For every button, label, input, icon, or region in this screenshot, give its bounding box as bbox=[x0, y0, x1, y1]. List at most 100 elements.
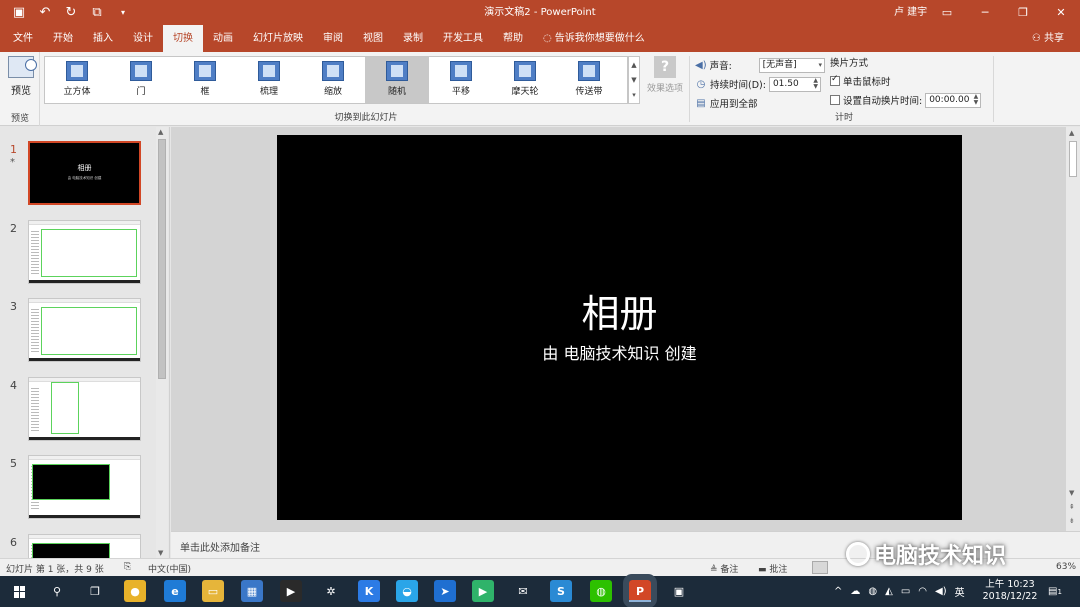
close-button[interactable]: ✕ bbox=[1042, 0, 1080, 25]
wechat-tray-icon[interactable]: ◍ bbox=[868, 586, 877, 597]
gallery-up-icon[interactable]: ▲ bbox=[631, 61, 636, 69]
network-icon[interactable]: ◭ bbox=[885, 586, 893, 597]
customize-qat-icon[interactable]: ▾ bbox=[112, 2, 134, 24]
spin-icon[interactable]: ▲ ▼ bbox=[974, 93, 979, 106]
tab-developer[interactable]: 开发工具 bbox=[433, 25, 493, 52]
gallery-down-icon[interactable]: ▼ bbox=[631, 76, 636, 84]
after-time-stepper[interactable]: 00:00.00 ▲ ▼ bbox=[925, 92, 982, 108]
tab-transitions[interactable]: 切换 bbox=[163, 25, 203, 52]
undo-icon[interactable]: ↶ bbox=[34, 2, 56, 24]
play-icon[interactable]: ▶ bbox=[472, 580, 494, 602]
effect-options-button[interactable]: ? 效果选项 bbox=[643, 56, 687, 102]
thumbnail-image[interactable] bbox=[28, 220, 141, 284]
app-window-icon[interactable]: ▣ bbox=[668, 580, 690, 602]
wechat-icon[interactable]: ◍ bbox=[590, 580, 612, 602]
start-button[interactable] bbox=[0, 576, 40, 607]
thumbnail-image[interactable] bbox=[28, 455, 141, 519]
tab-view[interactable]: 视图 bbox=[353, 25, 393, 52]
transition-conveyor[interactable]: 传送带 bbox=[557, 57, 621, 103]
spelling-icon[interactable]: ⎘ bbox=[124, 562, 131, 572]
from-start-icon[interactable]: ⧉ bbox=[86, 2, 108, 24]
app-arrow-icon[interactable]: ➤ bbox=[434, 580, 456, 602]
on-click-checkbox[interactable] bbox=[830, 74, 840, 86]
prev-slide-icon[interactable]: ⇞ bbox=[1069, 503, 1075, 511]
slide-thumbnail-3[interactable]: 3 bbox=[0, 298, 160, 362]
action-center-button[interactable]: ▤ 1 bbox=[1048, 576, 1062, 607]
language-indicator[interactable]: 中文(中国) bbox=[148, 562, 191, 575]
task-view-icon[interactable]: ❐ bbox=[84, 580, 106, 602]
search-icon[interactable]: ⚲ bbox=[46, 580, 68, 602]
edge-icon[interactable]: e bbox=[164, 580, 186, 602]
transition-zoom[interactable]: 缩放 bbox=[301, 57, 365, 103]
current-slide[interactable]: 相册 由 电脑技术知识 创建 bbox=[277, 135, 962, 520]
slide-title[interactable]: 相册 bbox=[277, 283, 962, 338]
tab-recording[interactable]: 录制 bbox=[393, 25, 433, 52]
store-icon[interactable]: ▦ bbox=[241, 580, 263, 602]
after-time-checkbox[interactable] bbox=[830, 95, 840, 105]
gallery-scroll[interactable]: ▲ ▼ ▾ bbox=[628, 56, 640, 104]
wifi-icon[interactable]: ◠ bbox=[918, 586, 927, 597]
tell-me-box[interactable]: ◌ 告诉我你想要做什么 bbox=[533, 25, 655, 52]
slide-thumbnail-1[interactable]: 1 * 相册由 电脑技术知识 创建 bbox=[0, 141, 160, 205]
spin-icon[interactable]: ▲ ▼ bbox=[813, 77, 818, 90]
scroll-up-icon[interactable]: ▲ bbox=[1069, 129, 1074, 137]
transition-random[interactable]: 随机 bbox=[365, 57, 429, 103]
minimize-button[interactable]: ─ bbox=[966, 0, 1004, 25]
slide-thumbnail-2[interactable]: 2 bbox=[0, 220, 160, 284]
battery-icon[interactable]: ▭ bbox=[901, 586, 910, 597]
video-icon[interactable]: ▶ bbox=[280, 580, 302, 602]
app-cloud-icon[interactable]: ◒ bbox=[396, 580, 418, 602]
transition-cube[interactable]: 立方体 bbox=[45, 57, 109, 103]
tab-help[interactable]: 帮助 bbox=[493, 25, 533, 52]
thumbnail-image[interactable] bbox=[28, 298, 141, 362]
thumbnail-image[interactable]: 相册由 电脑技术知识 创建 bbox=[28, 141, 141, 205]
tab-design[interactable]: 设计 bbox=[123, 25, 163, 52]
app-s-icon[interactable]: S bbox=[550, 580, 572, 602]
save-icon[interactable]: ▣ bbox=[8, 2, 30, 24]
scroll-up-icon[interactable]: ▲ bbox=[158, 128, 163, 136]
transition-ferris-wheel[interactable]: 摩天轮 bbox=[493, 57, 557, 103]
comments-toggle[interactable]: ▬ 批注 bbox=[758, 562, 787, 575]
notes-toggle[interactable]: ≜ 备注 bbox=[710, 562, 738, 575]
thumbnail-image[interactable] bbox=[28, 377, 141, 441]
volume-icon[interactable]: ◀) bbox=[935, 586, 947, 597]
zoom-level[interactable]: 63% bbox=[1056, 562, 1076, 572]
share-button[interactable]: ⚇ 共享 bbox=[1032, 25, 1064, 52]
tab-slideshow[interactable]: 幻灯片放映 bbox=[243, 25, 313, 52]
tab-file[interactable]: 文件 bbox=[3, 25, 43, 52]
next-slide-icon[interactable]: ⇟ bbox=[1069, 517, 1075, 525]
duration-stepper[interactable]: 01.50 ▲ ▼ bbox=[768, 76, 821, 92]
mail-icon[interactable]: ✉ bbox=[512, 580, 534, 602]
scroll-thumb[interactable] bbox=[1069, 141, 1077, 177]
file-explorer-icon[interactable]: ▭ bbox=[202, 580, 224, 602]
transition-pan[interactable]: 平移 bbox=[429, 57, 493, 103]
tab-review[interactable]: 审阅 bbox=[313, 25, 353, 52]
settings-icon[interactable]: ✲ bbox=[320, 580, 342, 602]
tab-animations[interactable]: 动画 bbox=[203, 25, 243, 52]
tab-insert[interactable]: 插入 bbox=[83, 25, 123, 52]
transition-comb[interactable]: 梳理 bbox=[237, 57, 301, 103]
cloud-icon[interactable]: ☁ bbox=[850, 586, 860, 597]
redo-icon[interactable]: ↻ bbox=[60, 2, 82, 24]
slide-thumbnail-4[interactable]: 4 bbox=[0, 377, 160, 441]
transition-box[interactable]: 框 bbox=[173, 57, 237, 103]
preview-button[interactable]: 预览 bbox=[6, 56, 37, 100]
ime-indicator[interactable]: 英 bbox=[955, 584, 965, 599]
chrome-icon[interactable]: ● bbox=[124, 580, 146, 602]
transition-doors[interactable]: 门 bbox=[109, 57, 173, 103]
scroll-down-icon[interactable]: ▼ bbox=[1069, 489, 1074, 497]
normal-view-button[interactable] bbox=[812, 561, 828, 574]
slide-subtitle[interactable]: 由 电脑技术知识 创建 bbox=[277, 340, 962, 364]
ribbon-display-icon[interactable]: ▭ bbox=[928, 0, 966, 25]
restore-button[interactable]: ❐ bbox=[1004, 0, 1042, 25]
app-k-icon[interactable]: K bbox=[358, 580, 380, 602]
powerpoint-icon[interactable]: P bbox=[623, 574, 657, 607]
tab-home[interactable]: 开始 bbox=[43, 25, 83, 52]
tray-expand-icon[interactable]: ^ bbox=[834, 586, 842, 597]
clock[interactable]: 上午 10:23 2018/12/22 bbox=[978, 579, 1042, 603]
sound-dropdown[interactable]: [无声音] ▾ bbox=[758, 57, 825, 73]
account-name[interactable]: 卢 建宇 bbox=[894, 0, 927, 25]
slide-thumbnail-5[interactable]: 5 bbox=[0, 455, 160, 519]
gallery-more-icon[interactable]: ▾ bbox=[632, 91, 636, 99]
editor-scrollbar[interactable]: ▲ ▼ ⇞ ⇟ bbox=[1066, 127, 1080, 531]
